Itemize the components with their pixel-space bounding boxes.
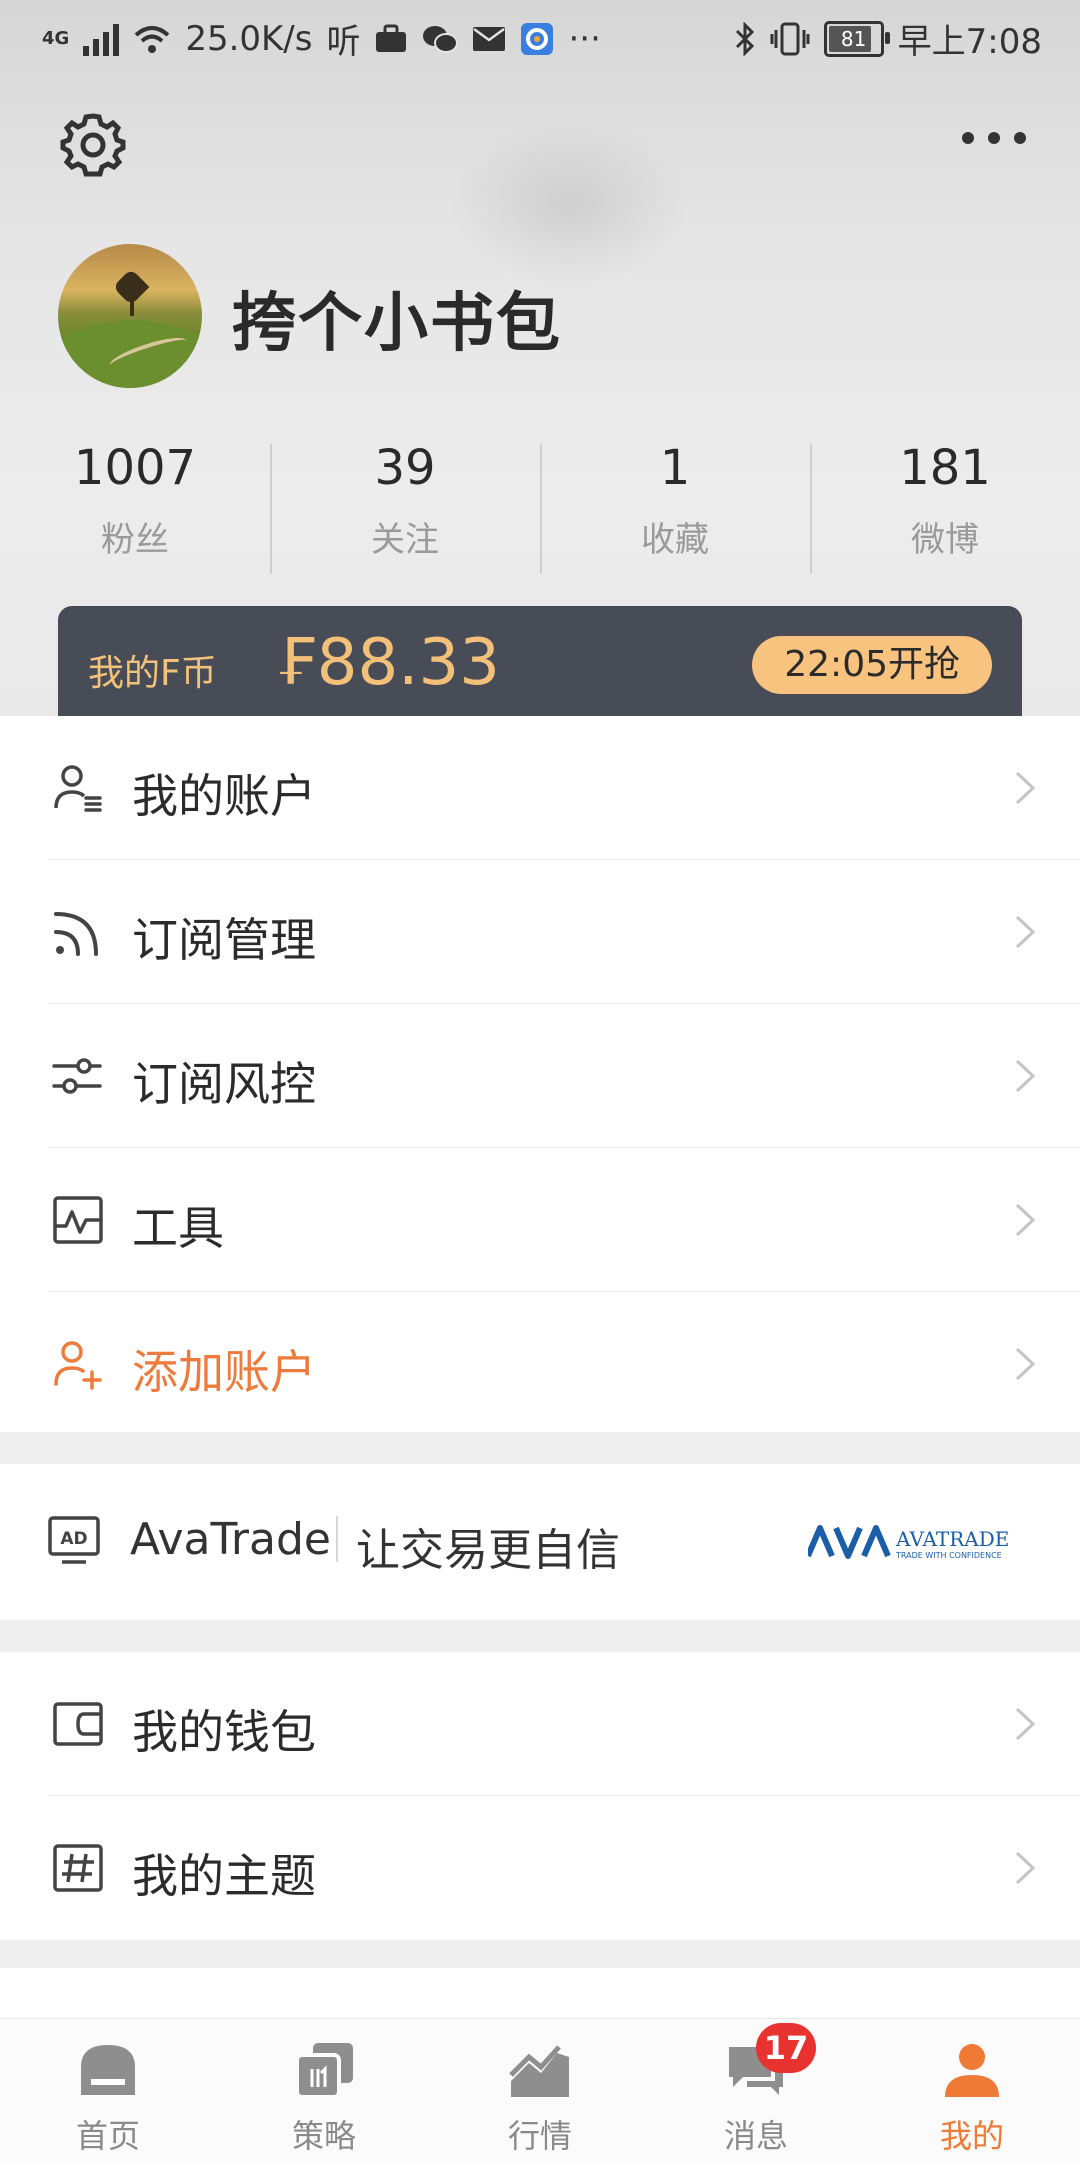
avatar[interactable] xyxy=(58,244,202,388)
mail-icon xyxy=(473,26,506,51)
battery-icon: 81 xyxy=(823,20,890,57)
account-icon xyxy=(54,765,102,812)
menu-item-wallet[interactable]: 我的钱包 xyxy=(0,1652,1080,1796)
ad-slogan: 让交易更自信 xyxy=(356,1525,620,1576)
ad-icon: AD xyxy=(48,1516,100,1564)
stat-value: 39 xyxy=(374,440,436,496)
avatrade-logo: AVATRADE TRADE WITH CONFIDENCE xyxy=(808,1525,1009,1560)
signal-icon xyxy=(83,22,120,56)
chevron-right-icon xyxy=(1015,915,1036,949)
ad-banner[interactable]: AD AvaTrade 让交易更自信 AVATRADE TRADE WITH C… xyxy=(0,1464,1080,1620)
menu-label: 添加账户 xyxy=(132,1345,316,1399)
market-icon xyxy=(509,2045,569,2097)
wallet-icon xyxy=(53,1702,103,1746)
wechat-icon xyxy=(423,25,459,53)
tab-label: 策略 xyxy=(291,2117,356,2155)
stat-following[interactable]: 39 关注 xyxy=(270,440,540,580)
partially-visible-row[interactable] xyxy=(0,1968,1080,2018)
menu-label: 订阅风控 xyxy=(132,1057,316,1111)
briefcase-icon xyxy=(376,24,407,52)
profile-stats: 1007 粉丝 39 关注 1 收藏 181 微博 xyxy=(0,440,1080,580)
stat-label: 粉丝 xyxy=(101,519,169,560)
stat-label: 收藏 xyxy=(641,519,709,560)
unread-badge: 17 xyxy=(756,2023,816,2073)
section-divider xyxy=(0,1940,1080,1968)
chart-tool-icon xyxy=(53,1196,103,1244)
chevron-right-icon xyxy=(1015,1851,1036,1885)
menu-label: 我的账户 xyxy=(132,769,316,823)
grab-button[interactable]: 22:05开抢 xyxy=(752,636,992,694)
tab-strategy[interactable]: 策略 xyxy=(216,2019,432,2161)
f-coin-banner[interactable]: 我的F币 ₣88.33 22:05开抢 xyxy=(58,606,1022,726)
more-options-icon[interactable] xyxy=(962,132,1026,144)
main-menu: 我的账户 订阅管理 订阅风控 工具 添加账户 xyxy=(0,716,1080,1432)
wifi-icon xyxy=(134,25,170,53)
tab-label: 首页 xyxy=(75,2117,140,2155)
settings-gear-icon[interactable] xyxy=(58,110,128,180)
tab-profile[interactable]: 我的 xyxy=(864,2019,1080,2161)
menu-label: 我的主题 xyxy=(132,1849,316,1903)
ting-app-icon: 听 xyxy=(326,22,361,62)
hashtag-icon xyxy=(53,1844,103,1892)
stat-label: 微博 xyxy=(911,519,979,560)
vibrate-icon xyxy=(770,22,810,55)
menu-item-add-account[interactable]: 添加账户 xyxy=(0,1292,1080,1436)
profile-icon xyxy=(945,2044,999,2097)
chevron-right-icon xyxy=(1015,1347,1036,1381)
chevron-right-icon xyxy=(1015,1203,1036,1237)
stat-weibo[interactable]: 181 微博 xyxy=(810,440,1080,580)
svg-text:TRADE WITH CONFIDENCE: TRADE WITH CONFIDENCE xyxy=(895,1551,1002,1560)
menu-label: 我的钱包 xyxy=(132,1705,316,1759)
tab-market[interactable]: 行情 xyxy=(432,2019,648,2161)
network-type: 4G xyxy=(42,28,70,49)
add-user-icon xyxy=(54,1341,102,1390)
ad-separator xyxy=(336,1516,338,1562)
menu-item-tools[interactable]: 工具 xyxy=(0,1148,1080,1292)
section-divider xyxy=(0,1432,1080,1464)
secondary-menu: 我的钱包 我的主题 xyxy=(0,1652,1080,1940)
tab-messages[interactable]: 17 消息 xyxy=(648,2019,864,2161)
more-notifications-icon: ··· xyxy=(568,18,601,59)
chevron-right-icon xyxy=(1015,1059,1036,1093)
username[interactable]: 挎个小书包 xyxy=(232,272,562,364)
menu-item-my-account[interactable]: 我的账户 xyxy=(0,716,1080,860)
clock: 早上7:08 xyxy=(897,22,1042,62)
stat-followers[interactable]: 1007 粉丝 xyxy=(0,440,270,580)
tab-label: 我的 xyxy=(939,2117,1004,2155)
menu-label: 订阅管理 xyxy=(132,913,316,967)
svg-text:AVATRADE: AVATRADE xyxy=(895,1527,1009,1551)
strategy-icon xyxy=(295,2043,353,2099)
sliders-icon xyxy=(52,1058,102,1094)
stat-value: 1007 xyxy=(73,440,197,496)
stat-favorites[interactable]: 1 收藏 xyxy=(540,440,810,580)
chevron-right-icon xyxy=(1015,771,1036,805)
menu-item-topics[interactable]: 我的主题 xyxy=(0,1796,1080,1940)
status-bar: 4G 25.0K/s 听 ··· 81 早上7:08 xyxy=(0,0,1080,72)
stat-value: 1 xyxy=(659,440,691,496)
stat-value: 181 xyxy=(899,440,991,496)
tab-label: 消息 xyxy=(723,2117,788,2155)
bluetooth-icon xyxy=(735,21,754,56)
bottom-tab-bar: 首页 策略 行情 17 消息 我的 xyxy=(0,2018,1080,2161)
f-coin-label: 我的F币 xyxy=(88,653,217,694)
section-divider xyxy=(0,1620,1080,1652)
menu-item-subscription-risk[interactable]: 订阅风控 xyxy=(0,1004,1080,1148)
svg-text:AD: AD xyxy=(60,1529,87,1549)
tab-label: 行情 xyxy=(507,2117,572,2155)
stat-label: 关注 xyxy=(371,519,439,560)
home-icon xyxy=(81,2045,135,2095)
network-speed: 25.0K/s xyxy=(185,18,313,59)
app-notification-icon xyxy=(521,22,554,55)
menu-item-subscription-management[interactable]: 订阅管理 xyxy=(0,860,1080,1004)
ad-brand: AvaTrade xyxy=(130,1514,331,1565)
chevron-right-icon xyxy=(1015,1707,1036,1741)
menu-label: 工具 xyxy=(132,1201,224,1255)
f-coin-amount: ₣88.33 xyxy=(276,626,500,700)
tab-home[interactable]: 首页 xyxy=(0,2019,216,2161)
rss-icon xyxy=(54,912,98,956)
